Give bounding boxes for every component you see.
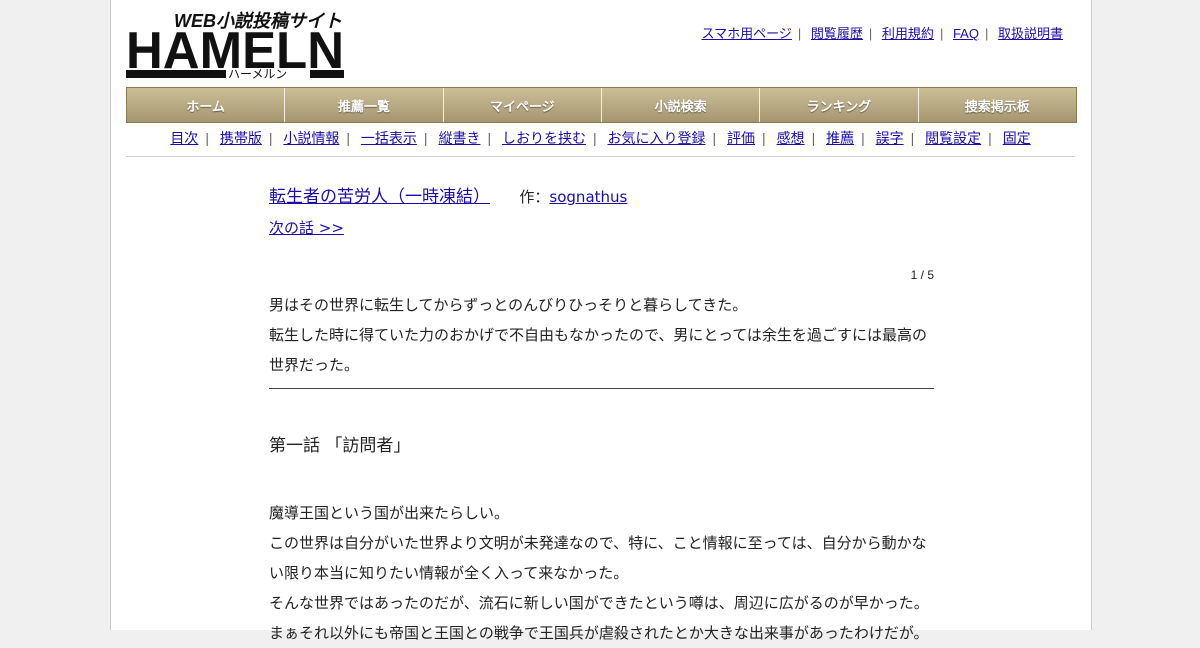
divider: [126, 156, 1075, 157]
subnav-toc[interactable]: 目次: [170, 130, 198, 146]
body-paragraph: そんな世界ではあったのだが、流石に新しい国ができたという噂は、周辺に広がるのが早…: [269, 594, 929, 612]
novel-subnav: 目次 | 携帯版 | 小説情報 | 一括表示 | 縦書き | しおりを挟む | お気に入り登…: [126, 128, 1075, 148]
separator: |: [988, 130, 992, 146]
preface-line: 男はその世界に転生してからずっとのんびりひっそりと暮らしてきた。: [269, 296, 748, 314]
author-label: 作：sognathus: [519, 188, 627, 206]
nav-recommendations[interactable]: 推薦一覧: [285, 88, 444, 122]
novel-title-link[interactable]: 転生者の苦労人（一時凍結）: [269, 187, 490, 207]
nav-ranking[interactable]: ランキング: [760, 88, 919, 122]
author-link[interactable]: sognathus: [549, 188, 627, 206]
logo-underline-right: [310, 70, 344, 78]
logo-underline-left: [126, 70, 226, 78]
subnav-rating[interactable]: 評価: [727, 130, 755, 146]
preface-line: 転生した時に得ていた力のおかげで不自由もなかったので、男にとっては余生を過ごすに…: [269, 326, 928, 374]
subnav-bookmark[interactable]: しおりを挟む: [502, 130, 586, 146]
author-prefix: 作：: [519, 188, 550, 206]
subnav-vertical[interactable]: 縦書き: [438, 130, 480, 146]
separator: |: [984, 26, 989, 41]
separator: |: [487, 130, 492, 146]
subnav-mobile[interactable]: 携帯版: [220, 130, 262, 146]
separator: |: [910, 130, 915, 146]
body-paragraph: この世界は自分がいた世界より文明が未発達なので、特に、こと情報に至っては、自分か…: [269, 534, 927, 582]
body-paragraph: まぁそれ以外にも帝国と王国との戦争で王国兵が虐殺されたとか大きな出来事があったわ…: [269, 624, 929, 642]
subnav-show-all[interactable]: 一括表示: [361, 130, 417, 146]
subnav-view-settings[interactable]: 閲覧設定: [925, 130, 981, 146]
nav-search-board[interactable]: 捜索掲示板: [918, 88, 1076, 122]
body-paragraph: 魔導王国という国が出来たらしい。: [269, 504, 510, 522]
link-terms[interactable]: 利用規約: [882, 26, 934, 41]
separator: |: [205, 130, 209, 146]
subnav-typo[interactable]: 誤字: [876, 130, 904, 146]
nav-mypage[interactable]: マイページ: [443, 88, 602, 122]
page-count: 1 / 5: [910, 268, 934, 282]
separator: |: [423, 130, 428, 146]
link-history[interactable]: 閲覧履歴: [811, 26, 863, 41]
page-container: WEB小説投稿サイト HAMELN ハーメルン スマホ用ページ | 閲覧履歴 | 利…: [110, 0, 1092, 642]
subnav-recommend[interactable]: 推薦: [826, 130, 854, 146]
nav-novel-search[interactable]: 小説検索: [601, 88, 761, 122]
subnav-novel-info[interactable]: 小説情報: [283, 130, 339, 146]
subnav-fixed[interactable]: 固定: [1003, 130, 1031, 146]
separator: |: [868, 26, 873, 41]
separator: |: [346, 130, 351, 146]
main-nav: ホーム 推薦一覧 マイページ 小説検索 ランキング 捜索掲示板: [126, 87, 1077, 123]
separator: |: [797, 26, 802, 41]
link-manual[interactable]: 取扱説明書: [998, 26, 1063, 41]
chapter-title: 第一話 「訪問者」: [269, 436, 411, 456]
link-smartphone[interactable]: スマホ用ページ: [702, 26, 792, 41]
preface: 男はその世界に転生してからずっとのんびりひっそりと暮らしてきた。 転生した時に得…: [269, 290, 934, 389]
separator: |: [592, 130, 597, 146]
separator: |: [762, 130, 766, 146]
logo-reading: ハーメルン: [228, 67, 287, 80]
chapter-body: 魔導王国という国が出来たらしい。 この世界は自分がいた世界より文明が未発達なので…: [269, 498, 934, 648]
separator: |: [712, 130, 717, 146]
subnav-comments[interactable]: 感想: [777, 130, 805, 146]
top-links: スマホ用ページ | 閲覧履歴 | 利用規約 | FAQ | 取扱説明書: [702, 23, 1063, 42]
separator: |: [861, 130, 865, 146]
title-row: 転生者の苦労人（一時凍結） 作：sognathus: [269, 180, 934, 214]
nav-home[interactable]: ホーム: [127, 88, 286, 122]
next-episode-link[interactable]: 次の話 >>: [269, 214, 344, 242]
separator: |: [939, 26, 944, 41]
subnav-favorite[interactable]: お気に入り登録: [608, 130, 706, 146]
link-faq[interactable]: FAQ: [953, 26, 979, 41]
novel-content: 転生者の苦労人（一時凍結） 作：sognathus 次の話 >> 1 / 5 男…: [269, 180, 934, 648]
separator: |: [811, 130, 816, 146]
site-logo[interactable]: WEB小説投稿サイト HAMELN ハーメルン: [126, 10, 346, 80]
separator: |: [268, 130, 273, 146]
